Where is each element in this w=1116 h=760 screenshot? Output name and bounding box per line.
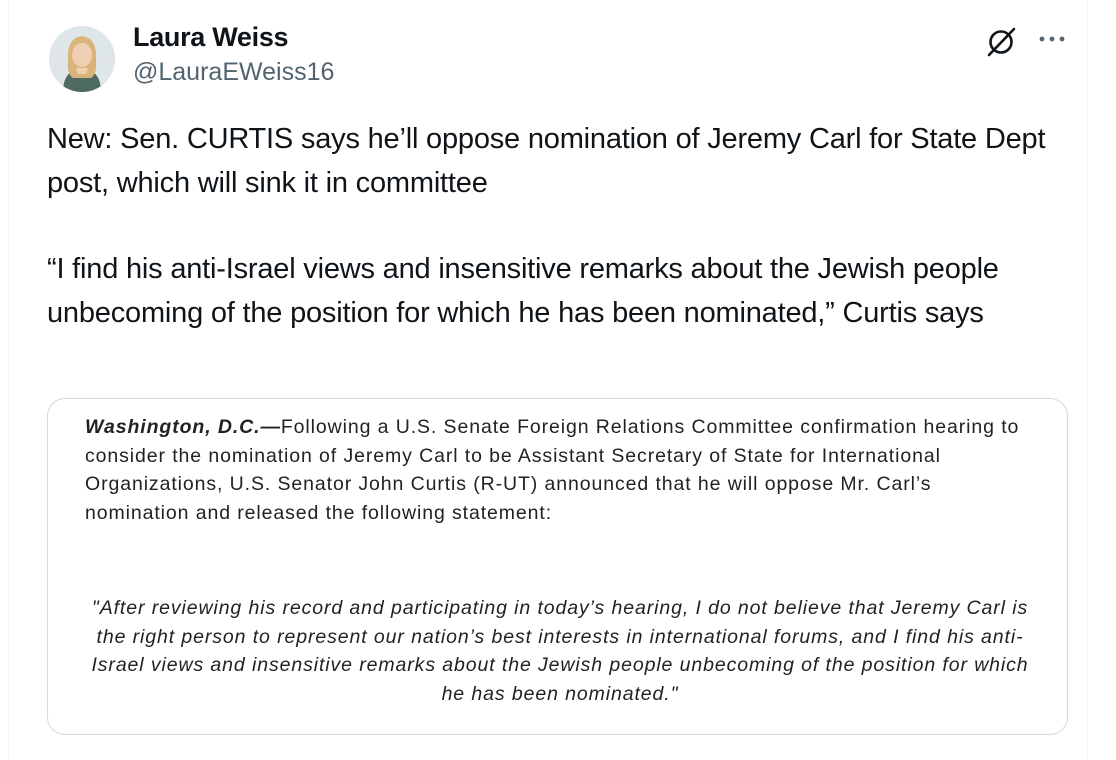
grok-icon[interactable] xyxy=(985,24,1019,58)
tweet-paragraph: New: Sen. CURTIS says he’ll oppose nomin… xyxy=(47,123,1054,199)
tweet-text: New: Sen. CURTIS says he’ll oppose nomin… xyxy=(47,118,1077,335)
display-name[interactable]: Laura Weiss xyxy=(133,22,289,53)
tweet-paragraph: “I find his anti-Israel views and insens… xyxy=(47,253,1007,329)
more-options-icon[interactable] xyxy=(1037,26,1067,52)
attached-image[interactable]: Washington, D.C.—Following a U.S. Senate… xyxy=(47,398,1068,735)
avatar[interactable] xyxy=(49,26,115,92)
profile-photo-icon xyxy=(49,26,115,92)
user-handle[interactable]: @LauraEWeiss16 xyxy=(133,58,334,87)
press-release-paragraph: Washington, D.C.—Following a U.S. Senate… xyxy=(85,413,1035,527)
dateline: Washington, D.C.— xyxy=(85,416,281,438)
press-release-quote: "After reviewing his record and particip… xyxy=(91,597,1029,705)
tweet-card: Laura Weiss @LauraEWeiss16 New: Sen. CUR… xyxy=(8,0,1088,760)
